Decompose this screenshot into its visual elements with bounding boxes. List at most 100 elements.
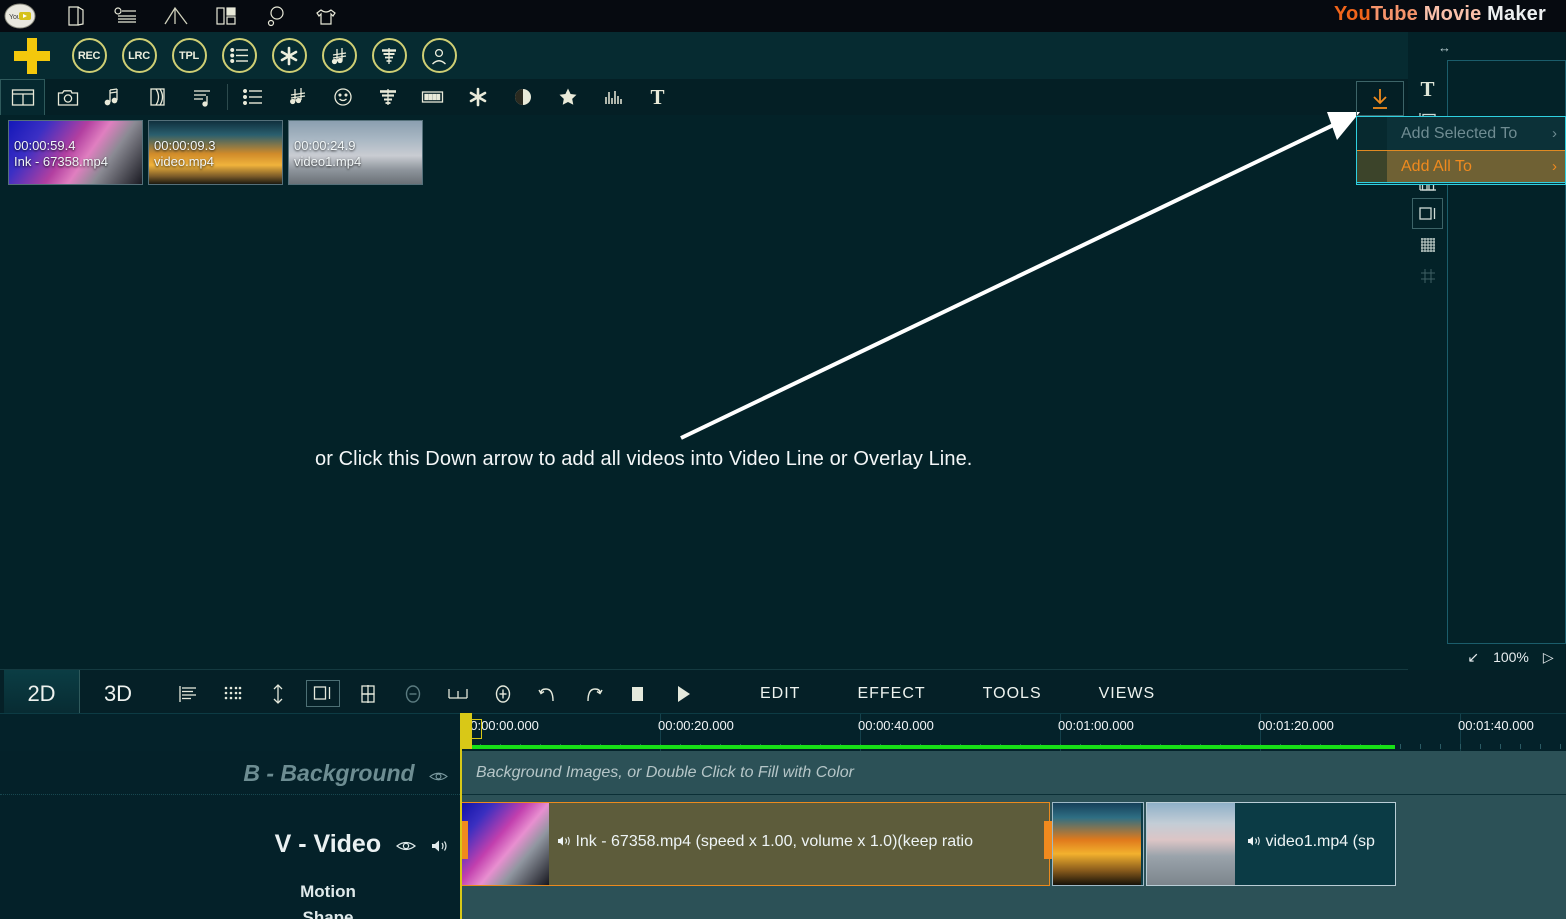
zoom-out-icon[interactable] xyxy=(390,670,435,717)
list-settings-icon[interactable] xyxy=(101,0,151,32)
timeline-clip-video1[interactable]: video1.mp4 (sp xyxy=(1146,802,1396,886)
tab-video[interactable] xyxy=(0,79,45,115)
account-button[interactable] xyxy=(414,32,464,79)
menu-edit[interactable]: EDIT xyxy=(760,685,800,703)
eye-icon[interactable] xyxy=(396,796,417,894)
menu-add-selected-to[interactable]: Add Selected To › xyxy=(1357,117,1565,150)
tab-2d-label: 2D xyxy=(27,680,56,706)
frame-tool-icon[interactable] xyxy=(1412,198,1443,229)
ruler-left-spacer xyxy=(0,714,460,752)
play-icon[interactable] xyxy=(660,670,705,717)
tab-mixer[interactable] xyxy=(365,79,410,115)
undo-icon[interactable] xyxy=(525,670,570,717)
tab-text[interactable]: T xyxy=(635,79,680,115)
track-content-area[interactable]: Background Images, or Double Click to Fi… xyxy=(460,751,1566,919)
tab-text-label: T xyxy=(650,84,665,109)
tab-list[interactable] xyxy=(230,79,275,115)
preview-canvas[interactable] xyxy=(0,193,1408,670)
media-type-tabbar: T xyxy=(0,79,1408,115)
align-lines-icon[interactable] xyxy=(165,670,210,717)
tab-2d[interactable]: 2D xyxy=(4,670,80,717)
mountain-icon[interactable] xyxy=(151,0,201,32)
tab-music[interactable] xyxy=(90,79,135,115)
timeline-clip-video[interactable] xyxy=(1052,802,1144,886)
timeline-clip-ink[interactable]: Ink - 67358.mp4 (speed x 1.00, volume x … xyxy=(460,802,1050,886)
stop-icon[interactable] xyxy=(615,670,660,717)
tab-color[interactable] xyxy=(500,79,545,115)
menu-tools[interactable]: TOOLS xyxy=(983,685,1042,703)
audio-mixer-button[interactable] xyxy=(364,32,414,79)
round-toolbar: REC LRC TPL xyxy=(0,32,1408,79)
magnifier-icon[interactable] xyxy=(251,0,301,32)
timeline-clip-video1-text: video1.mp4 (sp xyxy=(1265,833,1375,850)
timeline-clip-ink-text: Ink - 67358.mp4 (speed x 1.00, volume x … xyxy=(575,833,973,850)
media-clip-3[interactable]: V:1 00:00:24.9 video1.mp4 xyxy=(288,120,423,185)
track-sub-label-shape[interactable]: Shape xyxy=(288,905,368,919)
tshirt-icon[interactable] xyxy=(301,0,351,32)
ruler-label: 00:00:20.000 xyxy=(658,718,734,733)
eye-icon[interactable] xyxy=(429,753,448,797)
add-all-down-arrow-button[interactable] xyxy=(1356,81,1404,116)
grid-dense-icon[interactable] xyxy=(1412,229,1443,260)
text-tool-icon[interactable]: T xyxy=(1412,74,1443,105)
grid-sparse-icon[interactable] xyxy=(1412,260,1443,291)
template-button-label: TPL xyxy=(171,38,207,73)
app-title: YouTube Movie Maker xyxy=(1334,3,1546,25)
open-book-icon[interactable] xyxy=(51,0,101,32)
vertical-resize-icon[interactable] xyxy=(255,670,300,717)
background-track-row[interactable]: Background Images, or Double Click to Fi… xyxy=(460,751,1566,795)
play-preview-icon[interactable]: ▷ xyxy=(1543,649,1554,666)
chevron-right-icon: › xyxy=(1552,125,1557,142)
tab-emoji[interactable] xyxy=(320,79,365,115)
media-clip-3-filename: video1.mp4 xyxy=(294,154,362,169)
track-sub-labels: Motion Shape xyxy=(288,879,368,919)
add-media-button[interactable] xyxy=(0,32,64,79)
menu-add-all-to[interactable]: Add All To › xyxy=(1357,150,1565,183)
zoom-level-label: 100% xyxy=(1493,649,1529,665)
split-clip-icon[interactable] xyxy=(345,670,390,717)
record-button[interactable]: REC xyxy=(64,32,114,79)
media-clip-1[interactable]: V:1 00:00:59.4 Ink - 67358.mp4 xyxy=(8,120,143,185)
crop-frame-icon[interactable] xyxy=(300,670,345,717)
bottom-menu-words: EDIT EFFECT TOOLS VIEWS xyxy=(760,670,1155,717)
menu-views[interactable]: VIEWS xyxy=(1099,685,1156,703)
tab-battery[interactable] xyxy=(410,79,455,115)
app-logo-icon: You xyxy=(3,2,37,30)
fit-to-window-icon[interactable]: ↙ xyxy=(1467,649,1479,666)
tab-transition[interactable] xyxy=(135,79,180,115)
tab-notes[interactable] xyxy=(275,79,320,115)
media-clip-2-filename: video.mp4 xyxy=(154,154,214,169)
effects-button[interactable] xyxy=(264,32,314,79)
tab-photo[interactable] xyxy=(45,79,90,115)
layout-icon[interactable] xyxy=(201,0,251,32)
timeline-clip-video1-label: video1.mp4 (sp xyxy=(1247,833,1375,851)
redo-icon[interactable] xyxy=(570,670,615,717)
media-clip-1-filename: Ink - 67358.mp4 xyxy=(14,154,108,169)
menu-item-gutter xyxy=(1357,151,1387,182)
fit-width-icon[interactable] xyxy=(435,670,480,717)
timeline-range-indicator xyxy=(460,745,1395,749)
tab-3d[interactable]: 3D xyxy=(80,670,156,717)
video-track-lower-area[interactable] xyxy=(460,887,1566,919)
timeline-tracks: B - Background V - Video Motion Shape Ba… xyxy=(0,751,1566,919)
playlist-button[interactable] xyxy=(214,32,264,79)
video-track-row[interactable]: Ink - 67358.mp4 (speed x 1.00, volume x … xyxy=(460,795,1566,919)
lyrics-button[interactable]: LRC xyxy=(114,32,164,79)
template-button[interactable]: TPL xyxy=(164,32,214,79)
tab-playlist-music[interactable] xyxy=(180,79,225,115)
menu-effect[interactable]: EFFECT xyxy=(857,685,925,703)
speaker-icon[interactable] xyxy=(431,796,448,894)
ruler-minor-tick xyxy=(1480,744,1481,749)
tab-star-effect[interactable] xyxy=(455,79,500,115)
track-label-column: B - Background V - Video Motion Shape xyxy=(0,751,460,919)
track-sub-label-motion[interactable]: Motion xyxy=(288,879,368,905)
media-clip-2[interactable]: V:1 00:00:09.3 video.mp4 xyxy=(148,120,283,185)
clip-right-handle[interactable] xyxy=(1044,821,1052,859)
panel-resize-handle-icon[interactable]: ↔ xyxy=(1438,40,1451,55)
tab-equalizer[interactable] xyxy=(590,79,635,115)
grid-dots-icon[interactable] xyxy=(210,670,255,717)
playhead-stem xyxy=(460,749,462,919)
zoom-in-icon[interactable] xyxy=(480,670,525,717)
music-button[interactable] xyxy=(314,32,364,79)
tab-sticker[interactable] xyxy=(545,79,590,115)
